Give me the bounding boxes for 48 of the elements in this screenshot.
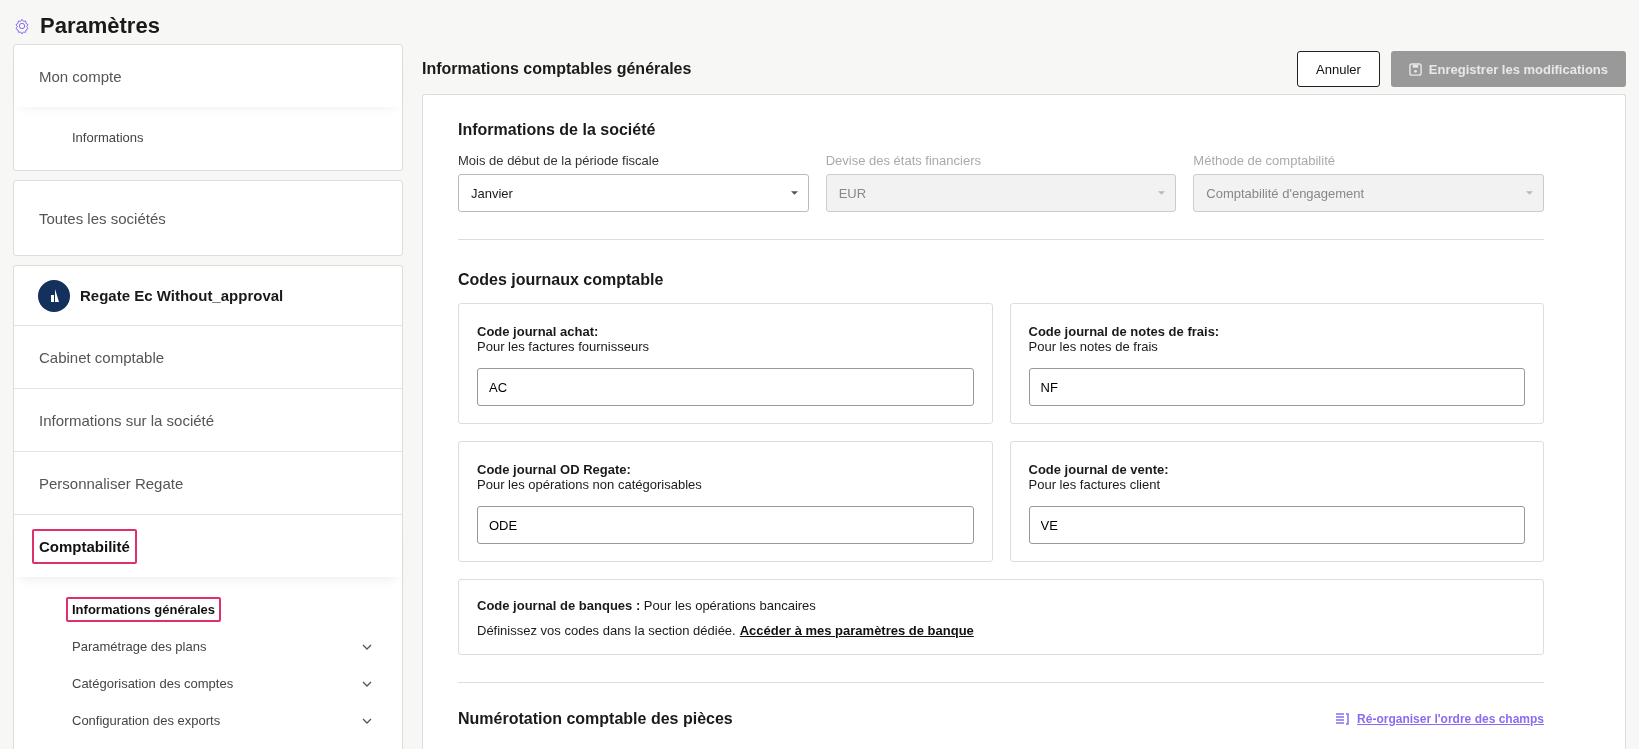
input-field[interactable]: ODE	[477, 506, 974, 544]
cancel-button[interactable]: Annuler	[1297, 51, 1380, 87]
group-title: Informations de la société	[458, 121, 657, 139]
sidebar-item[interactable]: Informations sur la société	[32, 402, 222, 438]
sidebar-subitem[interactable]: Catégorisation des comptes	[66, 671, 240, 696]
journal-hint: Pour les notes de frais	[1028, 339, 1159, 354]
chevron-down-icon[interactable]	[362, 717, 372, 724]
page-title: Paramètres	[40, 13, 160, 39]
journal-label: Code journal OD Regate:	[477, 462, 632, 477]
journal-label: Code journal de notes de frais:	[1028, 324, 1221, 339]
settings-icon	[14, 18, 30, 34]
chevron-down-icon[interactable]	[362, 680, 372, 687]
journal-label: Code journal achat:	[477, 324, 600, 339]
sidebar-heading[interactable]: Mon compte	[14, 45, 402, 107]
journal-hint: Pour les factures fournisseurs	[477, 339, 650, 354]
sidebar-item[interactable]: Personnaliser Regate	[32, 465, 191, 501]
journal-label: Code journal de vente:	[1028, 462, 1170, 477]
bank-info-text: Définissez vos codes dans la section dédiée.	[477, 623, 736, 638]
caret-down-icon	[1158, 191, 1166, 195]
sidebar-subitem[interactable]: Configuration des exports	[66, 708, 227, 733]
caret-down-icon	[790, 191, 798, 195]
bank-journal-text: Code journal de banques : Pour les opérations bancaires	[477, 598, 817, 613]
chevron-down-icon[interactable]	[362, 643, 372, 650]
sidebar-subitem[interactable]: Informations générales	[66, 597, 222, 622]
dropdown-field[interactable]: Janvier	[458, 174, 809, 212]
field-label: Devise des états financiers	[825, 153, 982, 168]
sidebar-subitem[interactable]: Informations	[66, 125, 150, 150]
save-icon	[1408, 62, 1422, 76]
bank-settings-link[interactable]: Accéder à mes paramètres de banque	[739, 623, 974, 638]
sidebar-heading[interactable]: Toutes les sociétés	[14, 181, 402, 255]
sidebar-item[interactable]: Comptabilité	[32, 528, 137, 564]
input-field[interactable]: NF	[1028, 368, 1525, 406]
input-field[interactable]: VE	[1028, 506, 1525, 544]
company-avatar-icon	[38, 279, 70, 312]
sidebar-item[interactable]: Cabinet comptable	[32, 339, 172, 375]
sidebar-subitem[interactable]: Paramétrage des plans	[66, 634, 213, 659]
caret-down-icon	[1526, 191, 1533, 195]
group-title: Codes journaux comptable	[458, 271, 665, 289]
reorder-link[interactable]: Ré-organiser l'ordre des champs	[1357, 712, 1544, 726]
field-label: Méthode de comptabilité	[1193, 153, 1336, 168]
field-label: Mois de début de la période fiscale	[458, 153, 660, 168]
journal-hint: Pour les factures client	[1028, 477, 1161, 492]
section-title: Informations comptables générales	[422, 60, 692, 78]
group-title: Numérotation comptable des pièces	[458, 710, 733, 728]
input-field[interactable]: AC	[477, 368, 974, 406]
reorder-icon	[1335, 713, 1350, 725]
journal-hint: Pour les opérations non catégorisables	[477, 477, 703, 492]
company-name: Regate Ec Without_approval	[80, 287, 284, 304]
